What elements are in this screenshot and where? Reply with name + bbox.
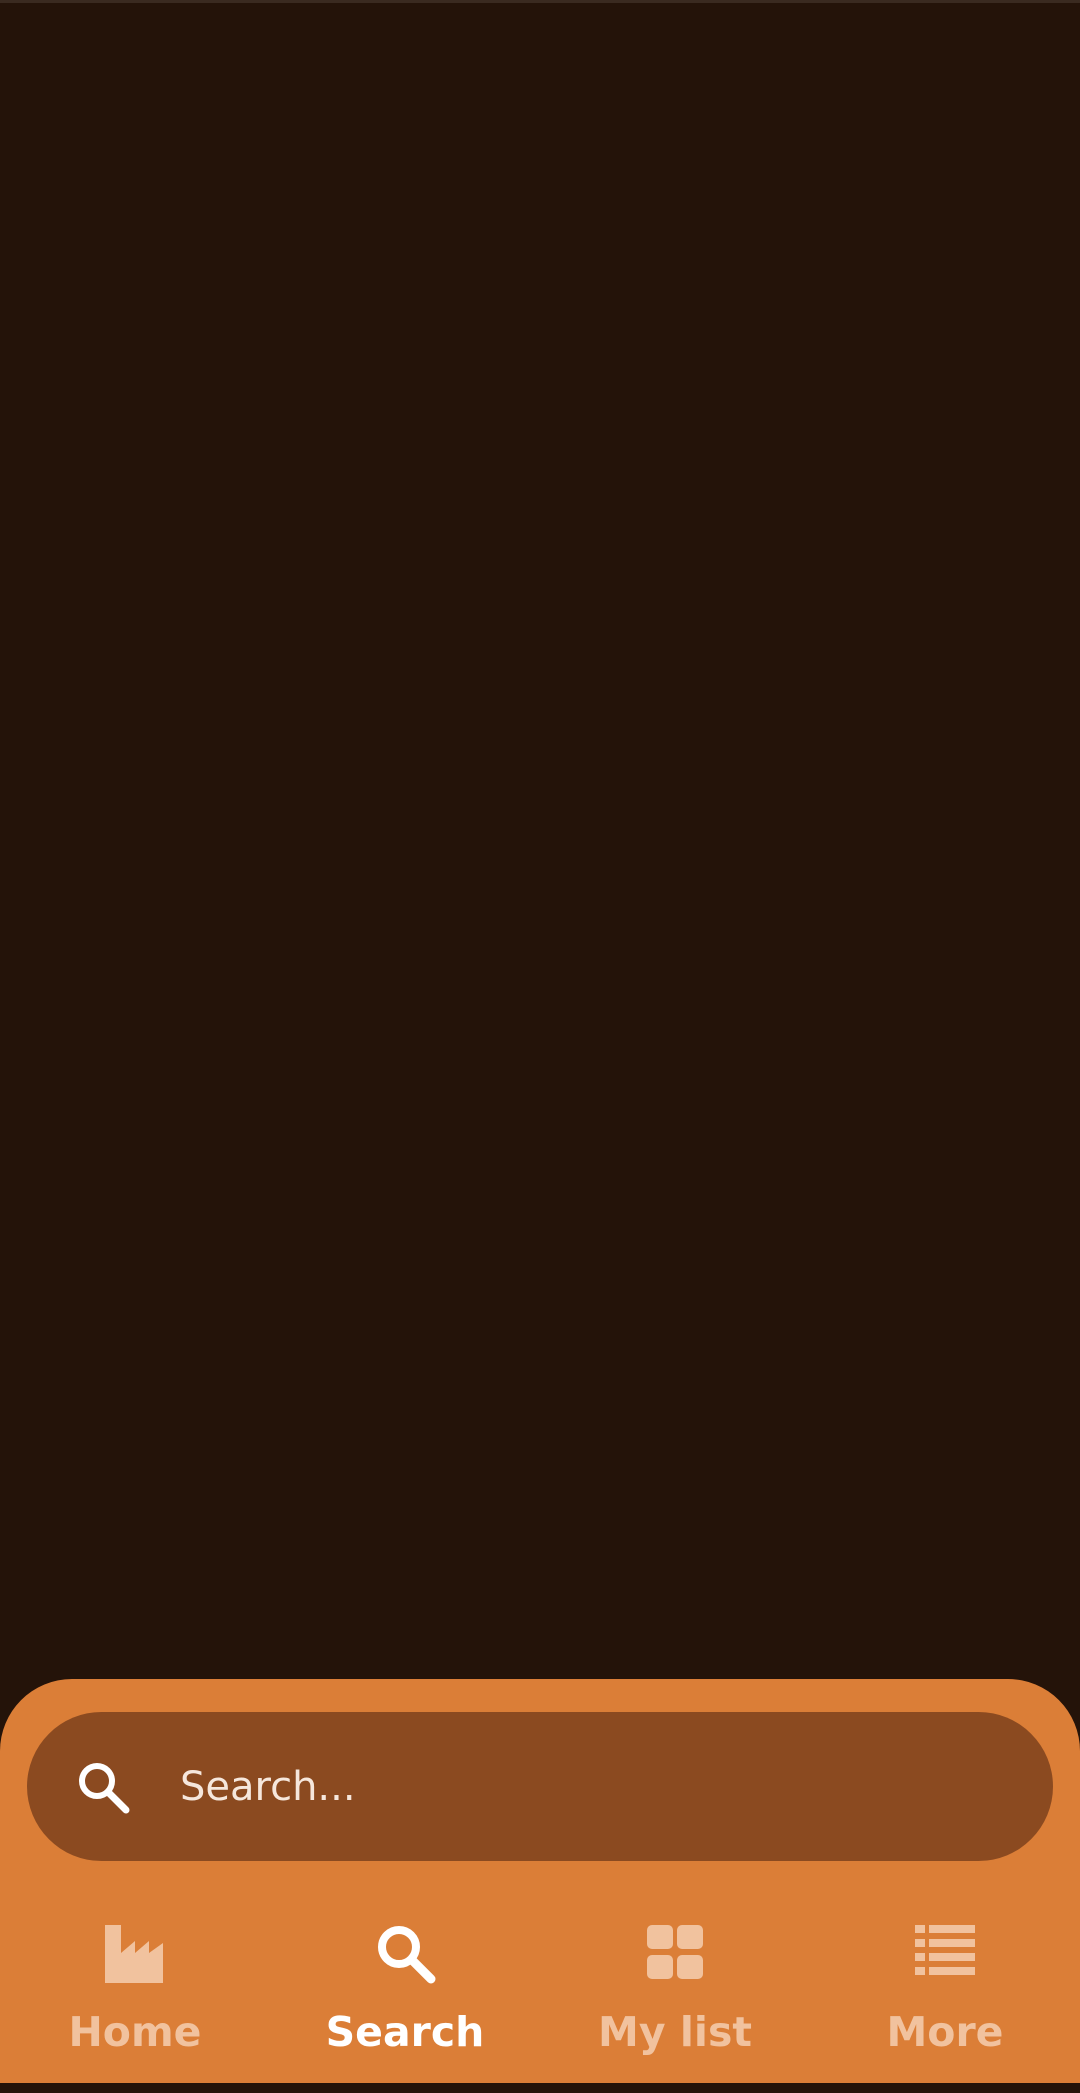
nav-item-home[interactable]: Home (0, 1899, 270, 2069)
search-icon (378, 1926, 436, 1984)
search-icon (79, 1762, 130, 1813)
list-icon (915, 1925, 975, 1975)
nav-label-search: Search (325, 2008, 485, 2056)
nav-label-my-list: My list (598, 2008, 752, 2056)
nav-label-home: Home (68, 2008, 202, 2056)
app-screen: Home Search My list (0, 0, 1080, 2093)
search-input[interactable] (180, 1712, 1000, 1861)
grid-icon (647, 1925, 703, 1979)
nav-item-search[interactable]: Search (270, 1899, 540, 2069)
nav-item-my-list[interactable]: My list (540, 1899, 810, 2069)
bottom-edge (0, 2083, 1080, 2093)
nav-label-more: More (886, 2008, 1004, 2056)
search-bar[interactable] (27, 1712, 1053, 1861)
bottom-panel: Home Search My list (0, 1679, 1080, 2083)
factory-icon (105, 1925, 163, 1983)
bottom-navigation: Home Search My list More (0, 1899, 1080, 2069)
main-content-area (0, 3, 1080, 1679)
nav-item-more[interactable]: More (810, 1899, 1080, 2069)
